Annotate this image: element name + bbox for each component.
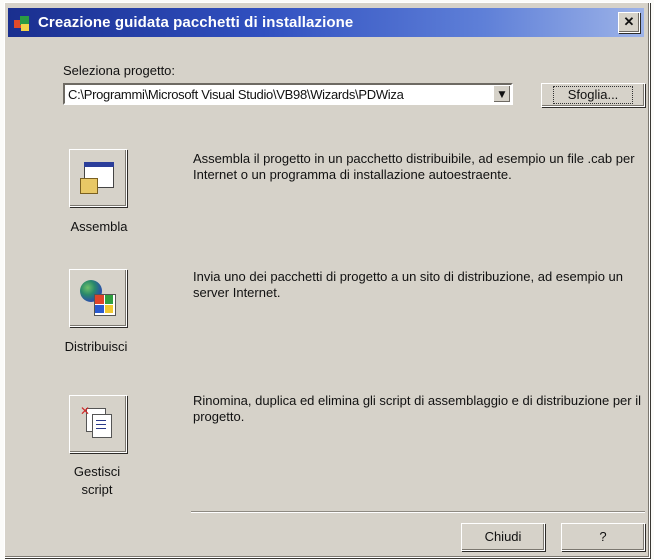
manage-scripts-label: Gestisci script xyxy=(73,464,121,497)
deploy-label: Distribuisci xyxy=(64,339,128,354)
manage-scripts-description: Rinomina, duplica ed elimina gli script … xyxy=(193,393,642,424)
project-combobox[interactable]: C:\Programmi\Microsoft Visual Studio\VB9… xyxy=(63,83,513,105)
globe-windows-icon xyxy=(80,280,116,316)
browse-button-label: Sfoglia... xyxy=(552,86,634,104)
assemble-description: Assembla il progetto in un pacchetto dis… xyxy=(193,151,635,182)
close-button[interactable]: ✕ xyxy=(618,12,640,33)
help-button[interactable]: ? xyxy=(561,523,645,551)
manage-scripts-button[interactable]: ✕ xyxy=(69,395,127,453)
window-title: Creazione guidata pacchetti di installaz… xyxy=(38,14,354,31)
select-project-label: Seleziona progetto: xyxy=(63,63,176,78)
project-path-value: C:\Programmi\Microsoft Visual Studio\VB9… xyxy=(68,87,404,102)
dropdown-arrow-icon[interactable]: ▼ xyxy=(493,85,511,103)
deploy-button[interactable] xyxy=(69,269,127,327)
package-icon xyxy=(80,160,116,196)
app-icon xyxy=(14,14,32,32)
footer-divider xyxy=(191,511,645,513)
assemble-button[interactable] xyxy=(69,149,127,207)
wizard-window: Creazione guidata pacchetti di installaz… xyxy=(4,2,650,558)
title-bar: Creazione guidata pacchetti di installaz… xyxy=(8,8,644,37)
deploy-description: Invia uno dei pacchetti di progetto a un… xyxy=(193,269,623,300)
browse-button[interactable]: Sfoglia... xyxy=(541,83,645,107)
close-dialog-button[interactable]: Chiudi xyxy=(461,523,545,551)
scripts-icon: ✕ xyxy=(80,404,118,442)
assemble-label: Assembla xyxy=(70,219,128,234)
